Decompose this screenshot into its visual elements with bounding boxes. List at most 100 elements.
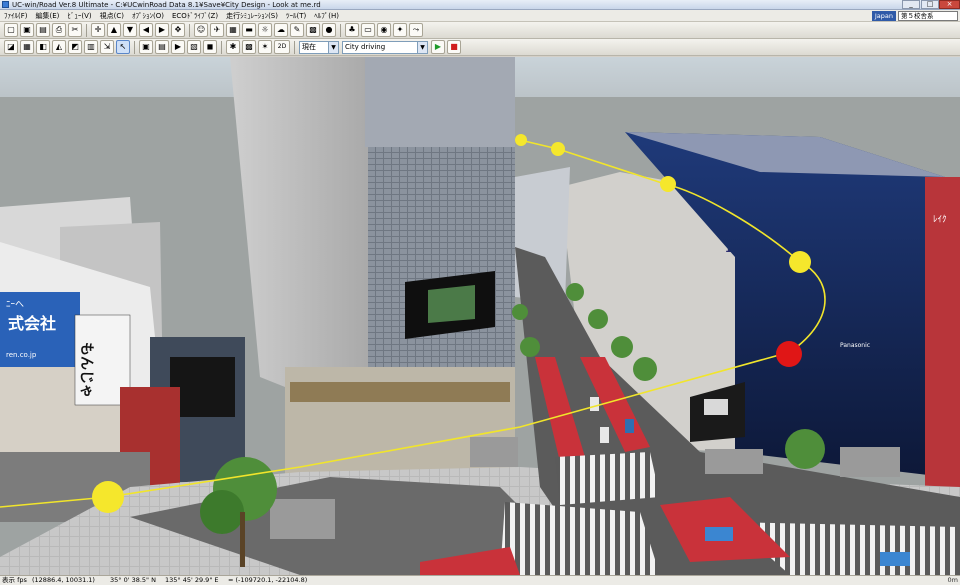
fps-label: 表示 fps	[2, 576, 27, 584]
rotate-view-icon[interactable]: ✛	[91, 23, 105, 37]
menu-help[interactable]: ﾍﾙﾌﾟ(H)	[310, 11, 343, 21]
company-sign: 式会社	[8, 314, 56, 333]
menu-tools[interactable]: ﾂｰﾙ(T)	[282, 11, 310, 21]
terrain-edit-icon[interactable]: ◭	[52, 40, 66, 54]
title-bar: UC-win/Road Ver.8 Ultimate - C:¥UCwinRoa…	[0, 0, 960, 10]
latitude-readout: 35° 0' 38.5" N	[110, 576, 156, 584]
table-icon[interactable]: ▤	[155, 40, 169, 54]
camera-icon[interactable]: ◉	[377, 23, 391, 37]
brand-sign: Panasonic	[840, 342, 870, 349]
website-sign: ren.co.jp	[6, 351, 37, 359]
kiosk-west	[270, 499, 335, 539]
tower-podium-band	[290, 382, 510, 402]
window-title: UC-win/Road Ver.8 Ultimate - C:¥UCwinRoa…	[12, 0, 321, 9]
close-button[interactable]: ×	[939, 0, 960, 9]
secondary-toolbar: ◪ ▦ ◧ ◭ ◩ ▥ ⇲ ↖ ▣ ▤ ▶ ▧ ◼ ✱ ▩ ✶ 2D 現在 ▼ City driving ▼ ▶ ■	[0, 39, 960, 56]
toolbar-separator	[134, 40, 135, 54]
walk-icon[interactable]: ☺	[194, 23, 208, 37]
road-icon[interactable]: ▭	[361, 23, 375, 37]
viewpoint-select-value: 現在	[302, 42, 316, 51]
path-node-3[interactable]	[660, 176, 676, 192]
2d-view-button[interactable]: 2D	[274, 40, 290, 54]
fly-icon[interactable]: ✈	[210, 23, 224, 37]
menu-file[interactable]: ﾌｧｲﾙ(F)	[0, 11, 32, 21]
chevron-down-icon: ▼	[328, 41, 338, 53]
terrain-icon[interactable]: ▦	[226, 23, 240, 37]
toolbar-separator	[221, 40, 222, 54]
scenario-select[interactable]: City driving ▼	[342, 40, 428, 54]
print-icon[interactable]: ⎙	[52, 23, 66, 37]
stop-icon[interactable]: ■	[447, 40, 461, 54]
sun-icon[interactable]: ☼	[258, 23, 272, 37]
move-down-icon[interactable]: ▼	[123, 23, 137, 37]
pointer-icon[interactable]: ↖	[116, 40, 130, 54]
height-readout: 0m	[947, 576, 958, 584]
menu-view[interactable]: ﾋﾞｭｰ(V)	[63, 11, 95, 21]
path-node-5[interactable]	[515, 134, 527, 146]
chevron-down-icon: ▼	[417, 41, 427, 53]
language-indicator[interactable]: Japan	[871, 11, 896, 21]
new-file-icon[interactable]: ▢	[4, 23, 18, 37]
scene-render[interactable]: 式会社 ﾆｰへ ren.co.jp もんじゃ 109 Panasonic ﾚｲｸ	[0, 57, 960, 575]
menu-bar: ﾌｧｲﾙ(F) 編集(E) ﾋﾞｭｰ(V) 視点(C) ｵﾌﾟｼｮﾝ(O) EC…	[0, 10, 960, 22]
move-up-icon[interactable]: ▲	[107, 23, 121, 37]
tree-trunk	[240, 512, 245, 567]
car-blue-1	[625, 419, 634, 433]
signal-icon[interactable]: ●	[322, 23, 336, 37]
billboard-text: もんじゃ	[78, 342, 94, 398]
chart-icon[interactable]: ▧	[187, 40, 201, 54]
pan-icon[interactable]: ✥	[171, 23, 185, 37]
car-white-1	[600, 427, 609, 443]
play-icon[interactable]: ▶	[431, 40, 445, 54]
menu-options[interactable]: ｵﾌﾟｼｮﾝ(O)	[128, 11, 168, 21]
car-blue-3	[880, 552, 910, 566]
minimize-button[interactable]: _	[902, 0, 920, 9]
3d-viewport[interactable]: 式会社 ﾆｰへ ren.co.jp もんじゃ 109 Panasonic ﾚｲｸ	[0, 57, 960, 575]
status-bar: 表示 fps (12886.4, 10031.1) 35° 0' 38.5" N…	[0, 575, 960, 585]
cut-icon[interactable]: ✂	[68, 23, 82, 37]
tool-icon[interactable]: ✎	[290, 23, 304, 37]
tree-road-3	[588, 309, 608, 329]
section-icon[interactable]: ◩	[68, 40, 82, 54]
car-icon[interactable]: ▬	[242, 23, 256, 37]
save-icon[interactable]: ▤	[36, 23, 50, 37]
record-icon[interactable]: ◼	[203, 40, 217, 54]
layer-icon[interactable]: ◧	[36, 40, 50, 54]
film-icon[interactable]: ▩	[242, 40, 256, 54]
grid-icon[interactable]: ▥	[84, 40, 98, 54]
color-icon[interactable]: ◪	[4, 40, 18, 54]
tree-left-2	[512, 304, 528, 320]
coordinate-readout: (12886.4, 10031.1)	[32, 576, 95, 584]
kiosk-far-east	[840, 447, 900, 477]
building-icon[interactable]: ▩	[306, 23, 320, 37]
weather-icon[interactable]: ☁	[274, 23, 288, 37]
move-left-icon[interactable]: ◀	[139, 23, 153, 37]
maximize-button[interactable]: □	[921, 0, 939, 9]
menu-eco-drive[interactable]: ECOﾄﾞﾗｲﾌﾞ(Z)	[168, 11, 222, 21]
main-toolbar: ▢ ▣ ▤ ⎙ ✂ ✛ ▲ ▼ ◀ ▶ ✥ ☺ ✈ ▦ ▬ ☼ ☁ ✎ ▩ ● ♣ ▭ ◉ ✦ ⤳	[0, 22, 960, 39]
network-icon[interactable]: ✶	[258, 40, 272, 54]
screen-icon[interactable]: ▣	[139, 40, 153, 54]
menu-edit[interactable]: 編集(E)	[32, 11, 64, 21]
menu-camera[interactable]: 視点(C)	[96, 11, 128, 21]
light-icon[interactable]: ✱	[226, 40, 240, 54]
open-folder-icon[interactable]: ▣	[20, 23, 34, 37]
crosswalk-center	[500, 502, 660, 575]
path-node-2[interactable]	[789, 251, 811, 273]
tree-icon[interactable]: ♣	[345, 23, 359, 37]
screen-content	[428, 285, 475, 323]
path-node-4[interactable]	[551, 142, 565, 156]
menu-driving-sim[interactable]: 走行ｼﾐｭﾚｰｼｮﾝ(S)	[222, 11, 282, 21]
tree-foreground-2	[200, 490, 244, 534]
play-route-icon[interactable]: ▶	[171, 40, 185, 54]
dimension-icon[interactable]: ⇲	[100, 40, 114, 54]
move-right-icon[interactable]: ▶	[155, 23, 169, 37]
kiosk-east	[705, 449, 763, 474]
lamp-icon[interactable]: ✦	[393, 23, 407, 37]
viewpoint-select[interactable]: 現在 ▼	[299, 40, 339, 54]
path-node-active[interactable]	[776, 341, 802, 367]
map-icon[interactable]: ▦	[20, 40, 34, 54]
path-node-1[interactable]	[92, 481, 124, 513]
workspace-select[interactable]: 第５校舎系	[898, 11, 958, 21]
route-icon[interactable]: ⤳	[409, 23, 423, 37]
